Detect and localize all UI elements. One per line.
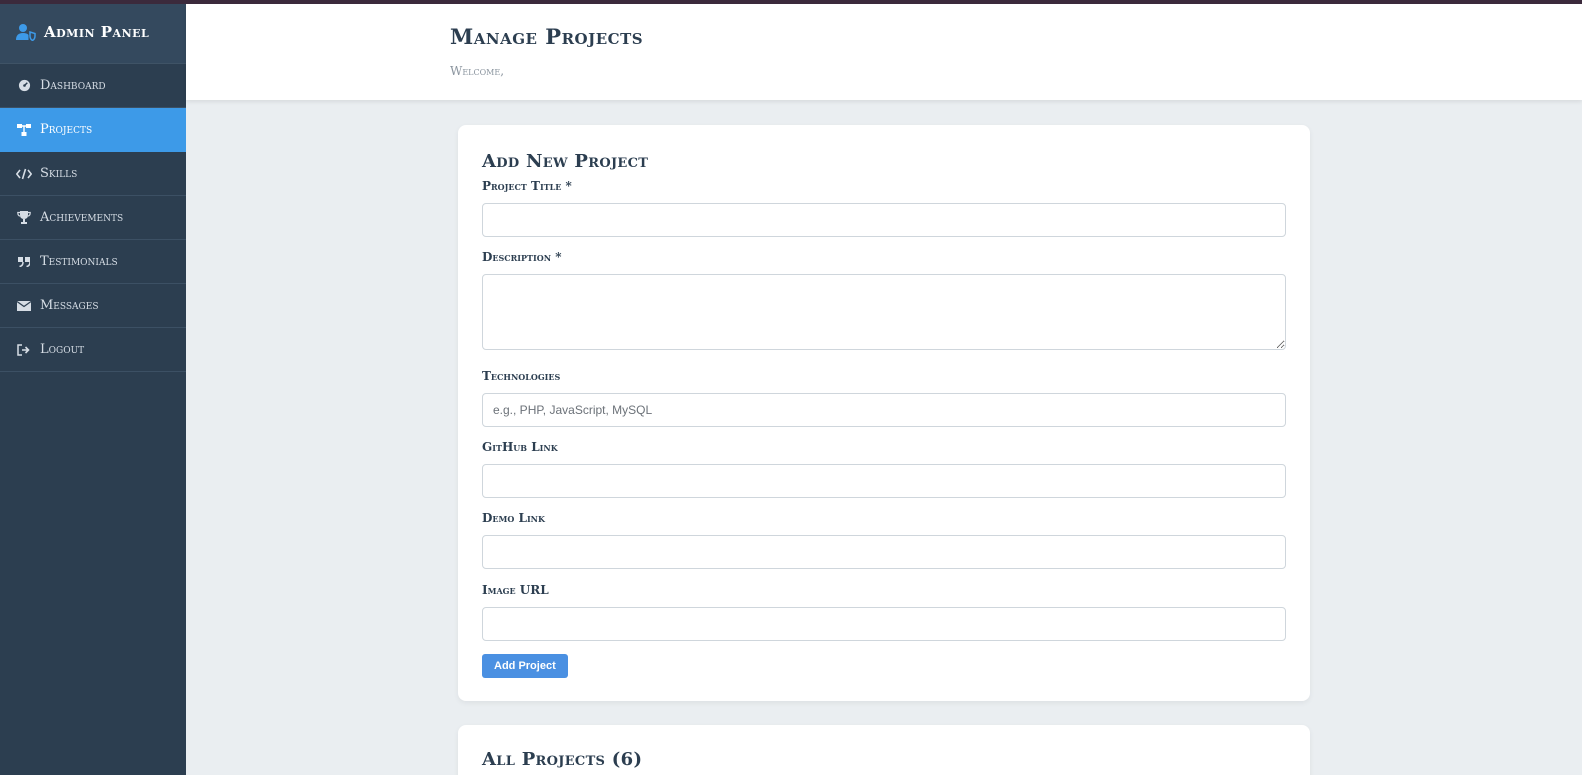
- quote-icon: [16, 255, 32, 269]
- sidebar-item-dashboard[interactable]: Dashboard: [0, 64, 186, 108]
- dashboard-icon: [16, 79, 32, 93]
- project-title-label: Project Title *: [482, 179, 572, 193]
- trophy-icon: [16, 211, 32, 225]
- image-url-label: Image URL: [482, 583, 549, 597]
- sidebar-item-logout[interactable]: Logout: [0, 328, 186, 372]
- sidebar: Admin Panel Dashboard Projects Skills Ac…: [0, 0, 186, 775]
- sidebar-item-label: Logout: [40, 342, 85, 357]
- sidebar-item-label: Messages: [40, 298, 99, 313]
- page-title: Manage Projects: [450, 24, 644, 49]
- sitemap-icon: [16, 123, 32, 137]
- top-accent-bar: [0, 0, 1582, 4]
- sidebar-item-skills[interactable]: Skills: [0, 152, 186, 196]
- sidebar-item-messages[interactable]: Messages: [0, 284, 186, 328]
- sidebar-brand-title: Admin Panel: [44, 22, 150, 41]
- sidebar-item-label: Skills: [40, 166, 78, 181]
- all-projects-title: All Projects (6): [482, 749, 643, 770]
- code-icon: [16, 167, 32, 181]
- all-projects-card: All Projects (6): [458, 725, 1310, 775]
- page-header: Manage Projects Welcome,: [186, 4, 1582, 100]
- technologies-input[interactable]: [482, 393, 1286, 427]
- sidebar-item-label: Achievements: [40, 210, 124, 225]
- demo-link-label: Demo Link: [482, 511, 545, 525]
- project-title-input[interactable]: [482, 203, 1286, 237]
- github-link-input[interactable]: [482, 464, 1286, 498]
- sidebar-item-label: Dashboard: [40, 78, 106, 93]
- demo-link-input[interactable]: [482, 535, 1286, 569]
- welcome-text: Welcome,: [450, 64, 505, 78]
- sidebar-item-label: Testimonials: [40, 254, 118, 269]
- description-textarea[interactable]: [482, 274, 1286, 350]
- sidebar-item-achievements[interactable]: Achievements: [0, 196, 186, 240]
- sidebar-item-projects[interactable]: Projects: [0, 108, 186, 152]
- sidebar-item-label: Projects: [40, 122, 93, 137]
- github-link-label: GitHub Link: [482, 440, 558, 454]
- sign-out-icon: [16, 343, 32, 357]
- description-label: Description *: [482, 250, 562, 264]
- add-project-card: Add New Project Project Title * Descript…: [458, 125, 1310, 701]
- image-url-input[interactable]: [482, 607, 1286, 641]
- add-project-title: Add New Project: [482, 151, 649, 172]
- sidebar-brand: Admin Panel: [0, 0, 186, 64]
- sidebar-item-testimonials[interactable]: Testimonials: [0, 240, 186, 284]
- technologies-label: Technologies: [482, 369, 561, 383]
- envelope-icon: [16, 299, 32, 313]
- add-project-button[interactable]: Add Project: [482, 654, 568, 678]
- user-shield-icon: [16, 22, 36, 42]
